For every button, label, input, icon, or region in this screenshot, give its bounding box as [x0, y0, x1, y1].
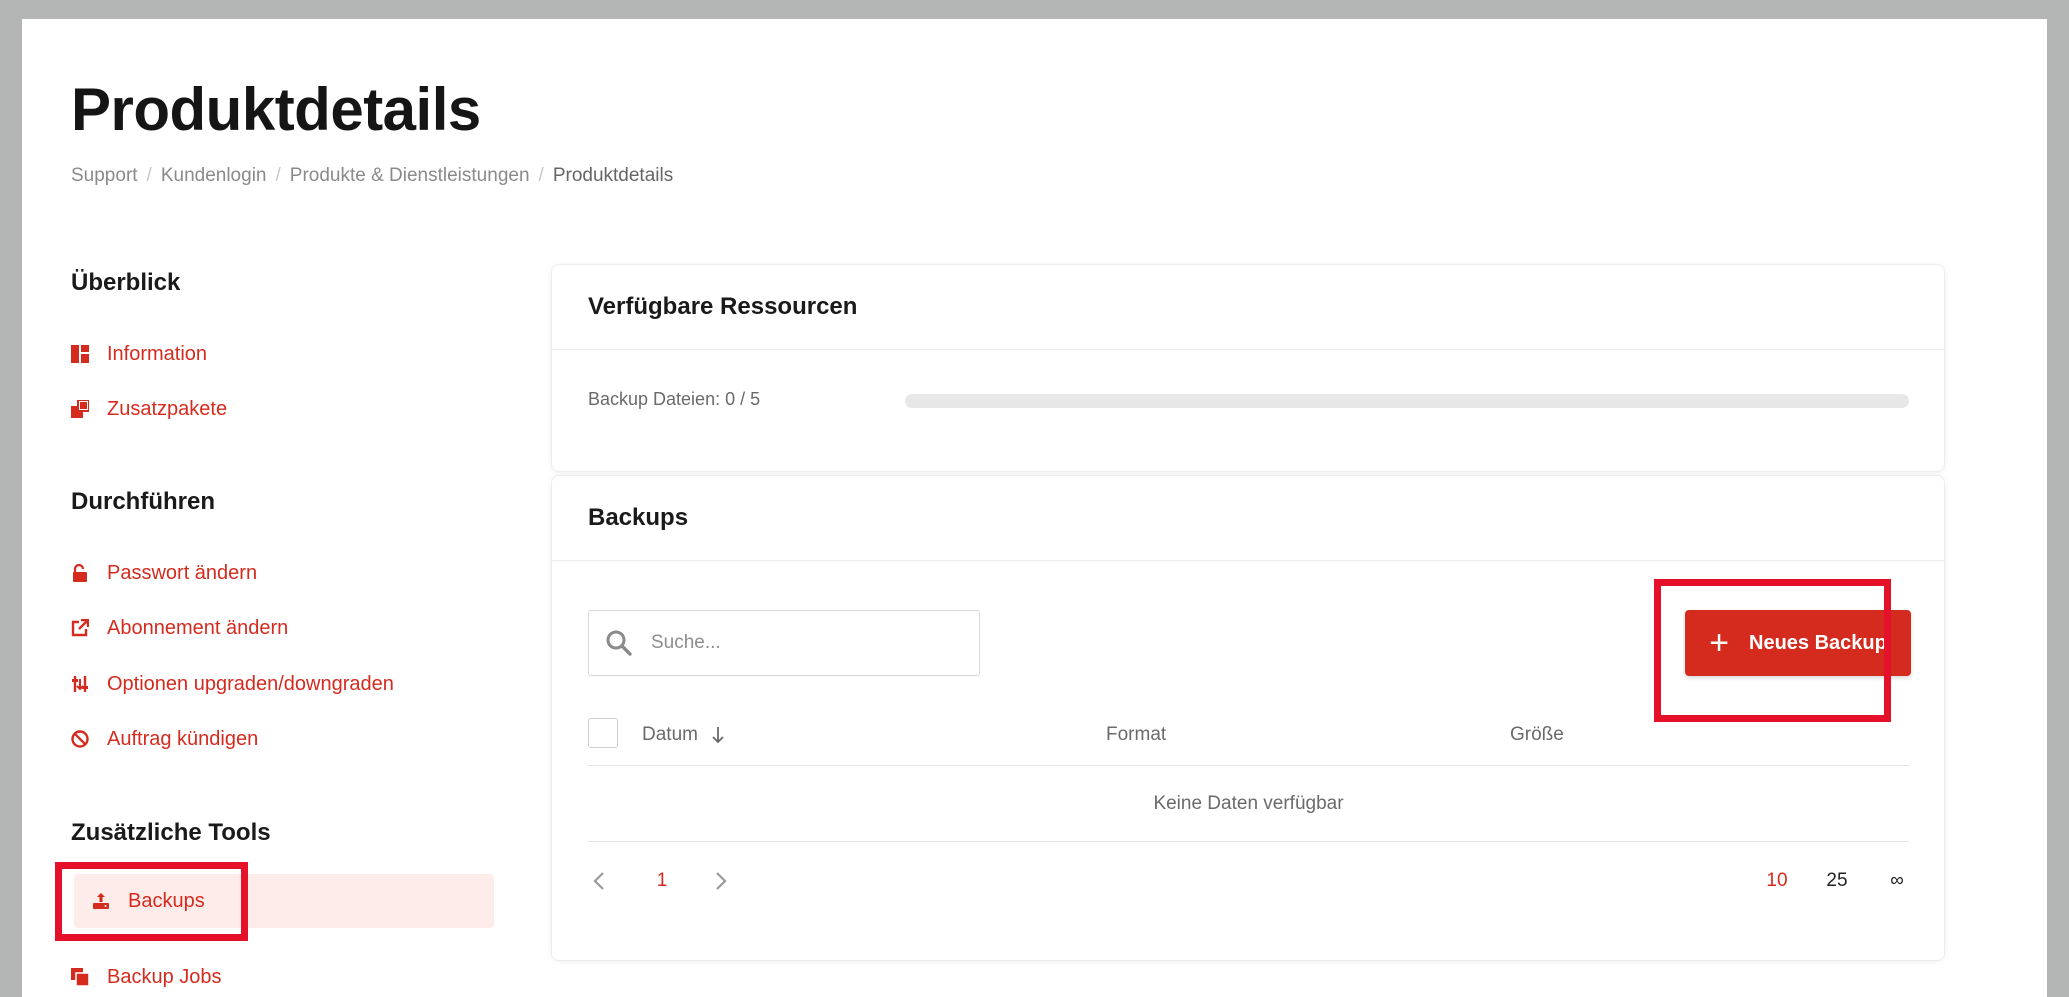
breadcrumb-support[interactable]: Support: [71, 165, 138, 187]
sidebar-item-label: Optionen upgraden/downgraden: [107, 672, 394, 695]
sidebar-heading-zusaetzliche-tools: Zusätzliche Tools: [71, 819, 271, 846]
column-header-format[interactable]: Format: [1106, 724, 1166, 746]
sidebar-heading-ueberblick: Überblick: [71, 269, 181, 296]
sidebar-item-label: Backups: [128, 889, 205, 912]
sidebar-item-label: Auftrag kündigen: [107, 727, 259, 750]
plus-icon: +: [1709, 624, 1729, 662]
breadcrumb-separator: /: [146, 165, 152, 186]
search-box: [588, 610, 980, 676]
page-size-selector: 10 25 ∞: [1762, 861, 1912, 901]
backup-upload-icon: [92, 892, 110, 910]
sort-arrow-down-icon: [712, 727, 724, 744]
sidebar-item-backup-jobs[interactable]: Backup Jobs: [71, 957, 222, 997]
addons-icon: [71, 400, 89, 418]
sidebar-item-label: Passwort ändern: [107, 561, 258, 584]
sidebar-item-zusatzpakete[interactable]: Zusatzpakete: [71, 389, 227, 429]
chevron-right-icon[interactable]: [710, 871, 732, 891]
search-icon: [606, 630, 632, 656]
breadcrumb: Support / Kundenlogin / Produkte & Diens…: [71, 165, 673, 187]
new-backup-label: Neues Backup: [1749, 631, 1887, 654]
search-input[interactable]: [649, 631, 973, 655]
breadcrumb-separator: /: [538, 165, 544, 186]
sidebar-item-auftrag-kuendigen[interactable]: Auftrag kündigen: [71, 719, 258, 759]
page-title: Produktdetails: [71, 76, 481, 143]
sidebar-item-label: Abonnement ändern: [107, 616, 289, 639]
dashboard-icon: [71, 345, 89, 363]
resources-card-title: Verfügbare Ressourcen: [552, 265, 1944, 350]
sidebar-item-information[interactable]: Information: [71, 334, 207, 374]
breadcrumb-produkte[interactable]: Produkte & Dienstleistungen: [290, 165, 530, 187]
sidebar-item-abonnement-aendern[interactable]: Abonnement ändern: [71, 608, 288, 648]
sliders-icon: [71, 675, 89, 693]
resources-card: Verfügbare Ressourcen Backup Dateien: 0 …: [551, 264, 1945, 472]
sidebar-item-label: Zusatzpakete: [107, 397, 228, 420]
sidebar-item-label: Backup Jobs: [107, 965, 222, 988]
lock-open-icon: [71, 564, 89, 582]
table-header: Datum Format Größe: [588, 708, 1909, 766]
sidebar-item-optionen-upgraden[interactable]: Optionen upgraden/downgraden: [71, 664, 394, 704]
breadcrumb-kundenlogin[interactable]: Kundenlogin: [161, 165, 267, 187]
empty-state: Keine Daten verfügbar: [588, 766, 1909, 842]
column-header-groesse[interactable]: Größe: [1510, 724, 1564, 746]
select-all-checkbox[interactable]: [588, 718, 618, 748]
backups-card: Backups + Neues Backup Datum Format Größ…: [551, 475, 1945, 961]
backup-files-progress: [905, 394, 1909, 408]
breadcrumb-current: Produktdetails: [552, 165, 674, 186]
page-size-10[interactable]: 10: [1762, 870, 1792, 892]
backups-card-title: Backups: [552, 476, 1944, 561]
chevron-left-icon[interactable]: [588, 871, 610, 891]
column-header-datum[interactable]: Datum: [642, 724, 726, 746]
sidebar-item-backups[interactable]: Backups: [74, 874, 494, 928]
sidebar-item-passwort-aendern[interactable]: Passwort ändern: [71, 553, 257, 593]
column-header-label: Datum: [642, 724, 698, 745]
external-link-icon: [71, 619, 89, 637]
page-number-current[interactable]: 1: [652, 870, 672, 892]
sidebar-heading-durchfuehren: Durchführen: [71, 488, 215, 515]
page-size-all[interactable]: ∞: [1882, 870, 1912, 892]
backup-files-label: Backup Dateien: 0 / 5: [588, 389, 761, 409]
copy-icon: [71, 968, 89, 986]
ban-icon: [71, 730, 89, 748]
sidebar-item-label: Information: [107, 342, 208, 365]
new-backup-button[interactable]: + Neues Backup: [1685, 610, 1911, 676]
breadcrumb-separator: /: [275, 165, 281, 186]
page-size-25[interactable]: 25: [1822, 870, 1852, 892]
page: Produktdetails Support / Kundenlogin / P…: [22, 19, 2047, 997]
pagination: 1: [588, 861, 732, 901]
